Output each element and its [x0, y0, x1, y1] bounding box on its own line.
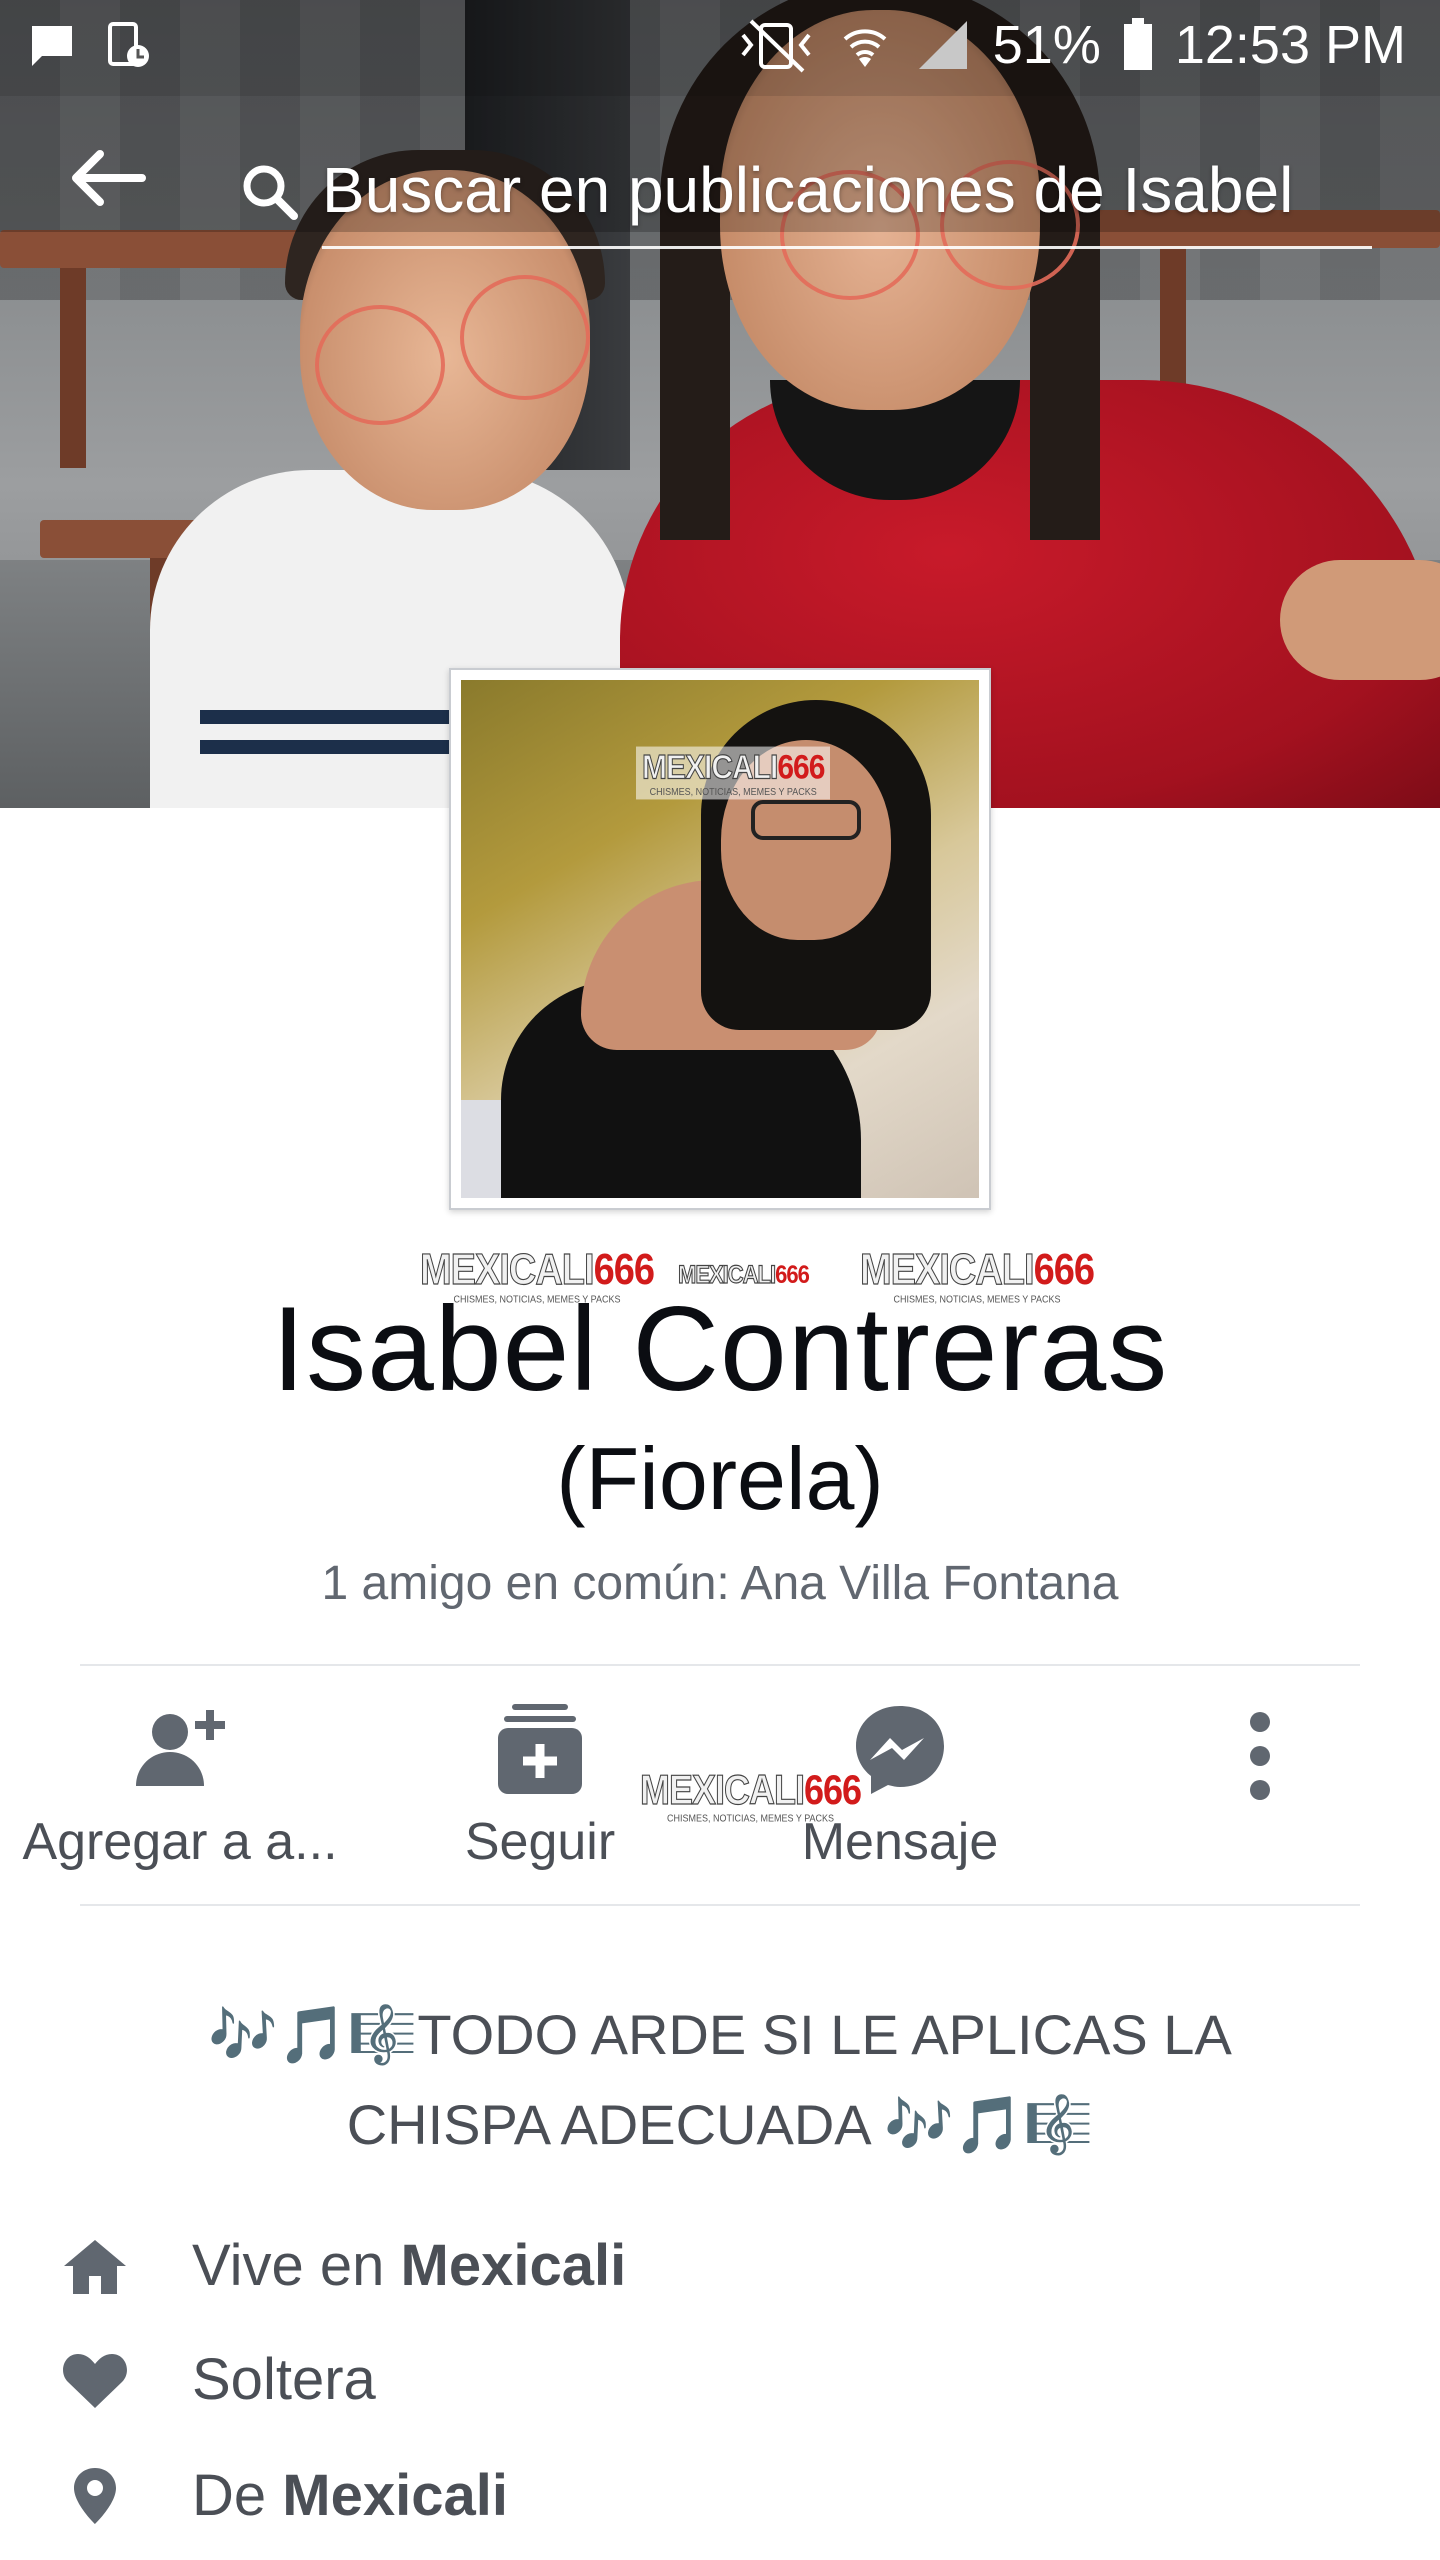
add-friend-label: Agregar a a... — [22, 1813, 338, 1871]
search-input[interactable]: Buscar en publicaciones de Isabel — [322, 150, 1362, 230]
battery-icon — [1123, 18, 1152, 70]
shirt-stripe — [200, 740, 460, 754]
search-underline — [322, 246, 1372, 249]
detail-from: De Mexicali — [60, 2456, 1380, 2536]
divider — [80, 1904, 1360, 1906]
bio-line-1-text: TODO ARDE SI LE APLICAS LA — [417, 2003, 1232, 2066]
music-notes-emoji: 🎶🎵🎼 — [208, 2003, 418, 2066]
table-leg — [60, 268, 86, 468]
bio-line-2-text: CHISPA ADECUADA — [346, 2093, 869, 2156]
battery-percent: 51% — [992, 15, 1101, 75]
watermark-logo: MEXICALI666 CHISMES, NOTICIAS, MEMES Y P… — [636, 746, 831, 800]
detail-prefix: De — [192, 2463, 283, 2528]
wifi-icon — [843, 29, 887, 67]
message-label: Mensaje — [801, 1813, 999, 1871]
search-bar: Buscar en publicaciones de Isabel — [0, 96, 1440, 249]
search-icon[interactable] — [240, 162, 300, 222]
shirt-stripe — [200, 710, 460, 724]
status-bar: 51% 12:53 PM — [0, 0, 1440, 96]
detail-lives-in: Vive en Mexicali — [60, 2226, 1380, 2306]
alternate-name: (Fiorela) — [556, 1429, 884, 1528]
bio-line-1: 🎶🎵🎼TODO ARDE SI LE APLICAS LA — [150, 1990, 1290, 2080]
add-friend-button[interactable]: Agregar a a... — [20, 1680, 340, 1900]
status-left-icons — [28, 22, 154, 70]
divider — [80, 1664, 1360, 1666]
right-girl-arm — [1280, 560, 1440, 680]
bio-line-2: CHISPA ADECUADA 🎶🎵🎼 — [150, 2080, 1290, 2170]
message-button[interactable]: Mensaje — [780, 1680, 1020, 1900]
glasses-lens — [460, 275, 590, 400]
profile-name: Isabel Contreras — [271, 1282, 1169, 1416]
clock: 12:53 PM — [1174, 15, 1406, 75]
status-right-icons: 51% 12:53 PM — [737, 14, 1406, 76]
messenger-icon — [850, 1700, 950, 1800]
follow-button[interactable]: Seguir — [420, 1680, 660, 1900]
heart-icon — [60, 2350, 130, 2410]
detail-prefix: Vive en — [192, 2233, 401, 2298]
message-icon — [28, 22, 76, 70]
glasses-lens — [315, 305, 445, 425]
mutual-friends-link[interactable]: 1 amigo en común: Ana Villa Fontana — [0, 1556, 1440, 1611]
vibrate-mute-icon — [741, 19, 811, 73]
profile-actions: Agregar a a... Seguir MEXICALI666 CHISME… — [0, 1680, 1440, 1900]
bio-text: 🎶🎵🎼TODO ARDE SI LE APLICAS LA CHISPA ADE… — [150, 1990, 1290, 2170]
location-pin-icon — [60, 2466, 130, 2526]
profile-picture-frame[interactable]: MEXICALI666 CHISMES, NOTICIAS, MEMES Y P… — [449, 668, 991, 1210]
add-friend-icon — [130, 1700, 230, 1800]
profile-picture-glasses — [751, 800, 861, 840]
more-options-icon — [1210, 1700, 1310, 1800]
detail-value-link[interactable]: Mexicali — [282, 2463, 508, 2528]
follow-label: Seguir — [464, 1813, 616, 1871]
detail-value-link[interactable]: Mexicali — [401, 2233, 627, 2298]
profile-picture[interactable]: MEXICALI666 CHISMES, NOTICIAS, MEMES Y P… — [461, 680, 979, 1198]
signal-icon — [918, 21, 967, 69]
detail-prefix: Soltera — [192, 2347, 376, 2412]
music-notes-emoji: 🎶🎵🎼 — [884, 2093, 1094, 2156]
follow-icon — [490, 1700, 590, 1800]
more-options-button[interactable] — [1200, 1680, 1320, 1900]
home-icon — [60, 2236, 130, 2296]
detail-relationship: Soltera — [60, 2340, 1380, 2420]
back-arrow-icon[interactable] — [66, 148, 146, 208]
screen-record-icon — [106, 22, 154, 70]
